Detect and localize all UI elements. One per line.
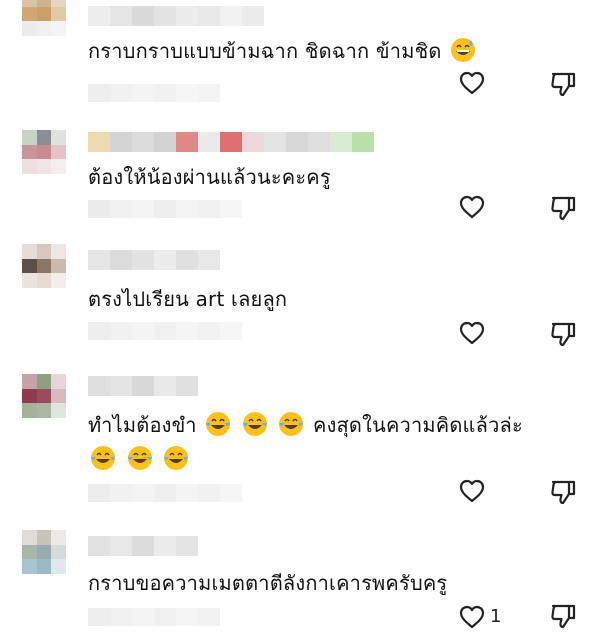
thumbs-down-outline-icon[interactable] [549, 70, 577, 98]
tears-of-joy-emoji [90, 445, 116, 471]
comment-text: ต้องให้น้องผ่านแล้วนะคะครู [88, 165, 331, 189]
heart-outline-icon[interactable] [458, 604, 486, 630]
heart-outline-icon[interactable] [458, 70, 486, 96]
avatar[interactable] [22, 374, 66, 418]
sweat-smile-emoji [450, 37, 476, 63]
avatar[interactable] [22, 244, 66, 288]
thumbs-down-outline-icon[interactable] [549, 320, 577, 348]
timestamp-blurred [88, 200, 242, 218]
tears-of-joy-emoji [242, 411, 268, 437]
comment-text-line2 [88, 442, 191, 476]
tears-of-joy-emoji [127, 445, 153, 471]
timestamp-blurred [88, 84, 220, 102]
timestamp-blurred [88, 484, 242, 502]
comment-text: กราบขอความเมตตาตีลังกาเคารพครับครู [88, 571, 448, 595]
avatar[interactable] [22, 130, 66, 174]
timestamp-blurred [88, 608, 220, 626]
thumbs-down-outline-icon[interactable] [549, 602, 577, 630]
avatar[interactable] [22, 530, 66, 574]
username-blurred[interactable] [88, 6, 264, 26]
thumbs-down-outline-icon[interactable] [549, 194, 577, 222]
comment-text: ตรงไปเรียน art เลยลูก [88, 287, 288, 311]
heart-outline-icon[interactable] [458, 194, 486, 220]
comment-text: ทำไมต้องขำ คงสุดในความคิดแล้วล่ะ [88, 411, 523, 437]
username-blurred[interactable] [88, 376, 198, 396]
heart-outline-icon[interactable] [458, 320, 486, 346]
tears-of-joy-emoji [163, 445, 189, 471]
comment-text: กราบกราบแบบข้ามฉาก ชิดฉาก ข้ามชิด [88, 34, 478, 68]
thumbs-down-outline-icon[interactable] [549, 478, 577, 506]
username-blurred[interactable] [88, 132, 374, 152]
username-blurred[interactable] [88, 250, 220, 270]
tears-of-joy-emoji [278, 411, 304, 437]
heart-outline-icon[interactable] [458, 478, 486, 504]
username-blurred[interactable] [88, 536, 198, 556]
timestamp-blurred [88, 322, 242, 340]
like-count: 1 [490, 606, 502, 627]
tears-of-joy-emoji [205, 411, 231, 437]
avatar[interactable] [22, 0, 66, 36]
